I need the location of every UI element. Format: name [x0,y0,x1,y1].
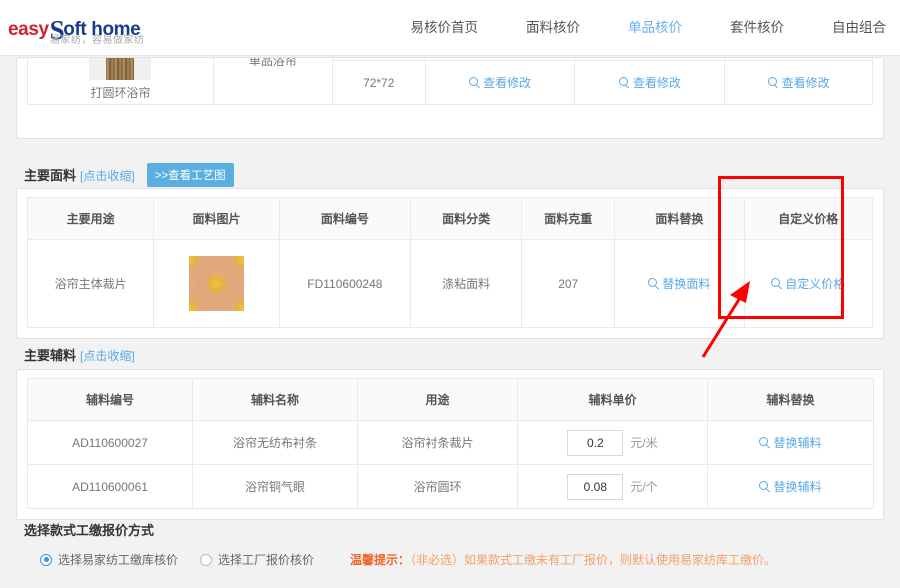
radio-label-factory-quote[interactable]: 选择工厂报价核价 [218,551,314,568]
col-fabric-image: 面料图片 [153,197,280,240]
accessory-collapse-toggle[interactable]: [点击收缩] [80,349,135,363]
view-edit-link: 查看修改 [632,76,681,90]
logo-easy-text: easy [8,19,49,40]
replace-accessory-link: 替换辅料 [773,436,822,450]
warm-tip-text: （非必选）如果款式工缴未有工厂报价，则默认使用易家纺库工缴价。 [410,553,777,567]
col-accessory-price: 辅料单价 [517,378,708,421]
fabric-image-cell [153,239,280,328]
replace-fabric-link: 替换面料 [662,277,711,291]
fabric-collapse-toggle[interactable]: [点击收缩] [80,169,135,183]
fabric-replace-cell[interactable]: 替换面料 [614,239,745,328]
table-row: AD110600027 浴帘无纺布衬条 浴帘衬条裁片 元/米 替换辅料 [27,420,874,465]
main-nav: 易核价首页 面料核价 单品核价 套件核价 自由组合 [363,16,887,36]
accessory-table: 辅料编号 辅料名称 用途 辅料单价 辅料替换 AD110600027 浴帘无纺布… [27,378,874,509]
view-edit-cell[interactable]: 查看修改 [574,60,726,105]
radio-factory-quote[interactable] [200,553,213,566]
radio-easyhome-labor-library[interactable] [40,553,52,566]
table-header-row: 主要用途 面料图片 面料编号 面料分类 面料克重 面料替换 自定义价格 [26,197,874,240]
col-accessory-name: 辅料名称 [192,378,358,421]
table-row: 浴帘主体裁片 FD110600248 涤粘面料 207 替换面料 自定义价格 [26,239,874,328]
col-fabric-usage: 主要用途 [26,197,155,240]
view-edit-link: 查看修改 [781,76,830,90]
search-icon [469,77,480,88]
custom-price-cell[interactable]: 自定义价格 [743,239,874,328]
search-icon [771,278,782,289]
accessory-price-cell: 元/个 [517,464,708,509]
col-custom-price: 自定义价格 [743,197,874,240]
fabric-section-label: 主要面料 [24,168,77,183]
accessory-code: AD110600061 [27,464,193,509]
search-icon [648,278,659,289]
product-thumbnail [89,58,152,80]
search-icon [767,77,779,88]
table-header-row: 辅料编号 辅料名称 用途 辅料单价 辅料替换 [27,378,874,421]
accessory-usage: 浴帘圆环 [357,464,518,509]
col-accessory-usage: 用途 [357,378,518,421]
quote-options-row: 选择易家纺工缴库核价 选择工厂报价核价 温馨提示：（非必选）如果款式工缴未有工厂… [40,551,900,568]
quote-section-title: 选择款式工缴报价方式 [24,523,155,538]
fabric-weight: 207 [521,239,616,328]
view-edit-cell[interactable]: 查看修改 [724,60,873,105]
nav-item-free-combination[interactable]: 自由组合 [832,16,886,36]
accessory-panel: 辅料编号 辅料名称 用途 辅料单价 辅料替换 AD110600027 浴帘无纺布… [16,369,884,520]
fabric-section-title: 主要面料 [点击收缩] >>查看工艺图 [24,163,234,187]
accessory-section-title: 主要辅料 [点击收缩] [24,345,135,364]
view-edit-link: 查看修改 [483,76,532,90]
fabric-panel: 主要用途 面料图片 面料编号 面料分类 面料克重 面料替换 自定义价格 浴帘主体… [16,188,884,339]
col-accessory-replace: 辅料替换 [707,378,874,421]
accessory-name: 浴帘铜气眼 [192,464,358,509]
accessory-price-input[interactable] [567,429,624,456]
nav-item-set-pricing[interactable]: 套件核价 [730,16,784,36]
col-fabric-weight: 面料克重 [521,197,616,240]
product-table: 打圆环浴帘 单品浴帘 70*72 查看修改 查看修改 查看修改 72*72 查看… [27,58,873,105]
accessory-replace-cell[interactable]: 替换辅料 [707,464,874,509]
fabric-table: 主要用途 面料图片 面料编号 面料分类 面料克重 面料替换 自定义价格 浴帘主体… [26,197,874,328]
search-icon [618,77,630,88]
nav-item-fabric-pricing[interactable]: 面料核价 [526,16,580,36]
radio-label-easyhome-labor-library[interactable]: 选择易家纺工缴库核价 [58,551,178,568]
view-edit-cell[interactable]: 查看修改 [424,60,576,105]
accessory-price-cell: 元/米 [517,420,708,465]
col-fabric-type: 面料分类 [410,197,523,240]
nav-item-single-item-pricing[interactable]: 单品核价 [628,16,682,36]
col-fabric-code: 面料编号 [278,197,412,240]
accessory-price-input[interactable] [567,473,624,500]
quote-method-section: 选择款式工缴报价方式 选择易家纺工缴库核价 选择工厂报价核价 温馨提示：（非必选… [0,520,900,568]
product-category: 单品浴帘 [212,58,333,105]
accessory-code: AD110600027 [27,420,193,465]
fabric-swatch-image [189,256,244,311]
accessory-replace-cell[interactable]: 替换辅料 [707,420,874,465]
replace-accessory-link: 替换辅料 [773,480,822,494]
nav-item-home[interactable]: 易核价首页 [411,16,479,36]
accessory-price-unit: 元/个 [630,480,658,494]
site-header: easySoft home 易家纺，容易做家纺 易核价首页 面料核价 单品核价 … [0,0,900,56]
table-row: AD110600061 浴帘铜气眼 浴帘圆环 元/个 替换辅料 [27,464,874,509]
fabric-usage: 浴帘主体裁片 [26,239,155,328]
search-icon [759,437,770,448]
fabric-code: FD110600248 [278,239,412,328]
view-craft-drawing-button[interactable]: >>查看工艺图 [146,163,234,187]
warm-tip: 温馨提示：（非必选）如果款式工缴未有工厂报价，则默认使用易家纺库工缴价。 [350,551,776,568]
col-accessory-code: 辅料编号 [27,378,193,421]
col-fabric-replace: 面料替换 [614,197,745,240]
product-summary-panel: 打圆环浴帘 单品浴帘 70*72 查看修改 查看修改 查看修改 72*72 查看… [16,57,884,139]
page-root: easySoft home 易家纺，容易做家纺 易核价首页 面料核价 单品核价 … [0,0,900,588]
warm-tip-prefix: 温馨提示： [350,553,411,567]
logo-subtitle: 易家纺，容易做家纺 [50,35,145,46]
site-logo[interactable]: easySoft home 易家纺，容易做家纺 [8,9,208,49]
search-icon [759,481,770,492]
accessory-name: 浴帘无纺布衬条 [192,420,358,465]
fabric-type: 涤粘面料 [410,239,523,328]
product-name: 打圆环浴帘 [90,86,151,100]
product-cell: 打圆环浴帘 [27,58,214,105]
accessory-usage: 浴帘衬条裁片 [357,420,518,465]
product-size: 72*72 [331,60,426,105]
accessory-price-unit: 元/米 [630,436,658,450]
accessory-section-label: 主要辅料 [24,348,77,363]
custom-price-link: 自定义价格 [785,277,846,291]
